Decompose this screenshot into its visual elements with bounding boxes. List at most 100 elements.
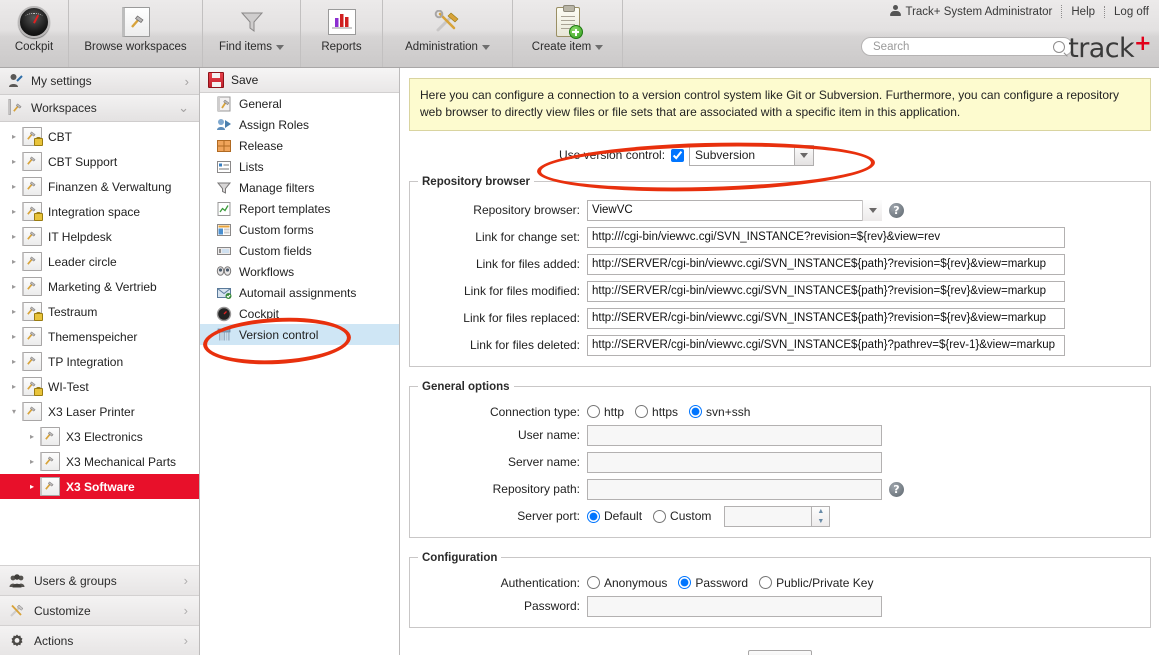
tree-item-integration-space[interactable]: ▸ Integration space xyxy=(0,199,199,224)
menu-item-assign-roles[interactable]: Assign Roles xyxy=(200,114,399,135)
tree-item-it-helpdesk[interactable]: ▸ IT Helpdesk xyxy=(0,224,199,249)
menu-item-custom-fields[interactable]: Custom fields xyxy=(200,240,399,261)
tree-item-x3-electronics[interactable]: ▸ X3 Electronics xyxy=(0,424,199,449)
logoff-link[interactable]: Log off xyxy=(1105,6,1151,18)
current-user[interactable]: Track+ System Administrator xyxy=(881,5,1063,18)
toolbar-cockpit[interactable]: Cockpit xyxy=(0,0,69,67)
sidebar-item-workspaces[interactable]: Workspaces ⌄ xyxy=(0,95,199,122)
toolbar-reports[interactable]: Reports xyxy=(301,0,383,67)
help-icon[interactable]: ? xyxy=(889,202,904,218)
port-custom-radio[interactable] xyxy=(653,509,667,523)
link-change-set-input[interactable] xyxy=(587,226,1065,248)
connection-http-radio[interactable] xyxy=(587,405,600,419)
sidebar-item-users-groups[interactable]: Users & groups › xyxy=(0,565,199,595)
toolbar-create-item[interactable]: Create item xyxy=(513,0,623,67)
left-sidebar: My settings › Workspaces ⌄ ▸ CBT ▸ CBT Supp… xyxy=(0,68,200,655)
expand-arrow-right-icon[interactable]: ▸ xyxy=(6,357,22,366)
spinner-up-icon[interactable]: ▲ xyxy=(812,507,829,517)
tree-item-tp-integration[interactable]: ▸ TP Integration xyxy=(0,349,199,374)
connection-svnssh-radio[interactable] xyxy=(689,405,703,419)
repository-browser-select[interactable] xyxy=(587,199,882,221)
tree-item-themenspeicher[interactable]: ▸ Themenspeicher xyxy=(0,324,199,349)
use-version-control-checkbox[interactable] xyxy=(671,148,685,162)
radio-connection-http[interactable]: http xyxy=(587,405,624,419)
expand-arrow-down-icon[interactable]: ▾ xyxy=(6,407,22,416)
toolbar-browse-workspaces[interactable]: Browse workspaces xyxy=(69,0,203,67)
tree-item-leader-circle[interactable]: ▸ Leader circle xyxy=(0,249,199,274)
menu-item-cockpit[interactable]: Cockpit xyxy=(200,303,399,324)
expand-arrow-right-icon[interactable]: ▸ xyxy=(6,132,22,141)
toolbar-administration[interactable]: Administration xyxy=(383,0,513,67)
port-default-radio[interactable] xyxy=(587,509,600,523)
radio-connection-https[interactable]: https xyxy=(635,405,678,419)
search-input[interactable] xyxy=(871,40,1051,54)
menu-item-version-control[interactable]: Version control xyxy=(200,324,399,345)
user-name-input[interactable] xyxy=(587,424,882,446)
tree-item-x3-software[interactable]: ▸ X3 Software xyxy=(0,474,199,499)
tree-item-x3-mechanical-parts[interactable]: ▸ X3 Mechanical Parts xyxy=(0,449,199,474)
menu-item-custom-forms[interactable]: Custom forms xyxy=(200,219,399,240)
auth-password-radio[interactable] xyxy=(678,576,692,590)
spinner-down-icon[interactable]: ▼ xyxy=(812,516,829,526)
radio-auth-password[interactable]: Password xyxy=(678,576,748,590)
link-files-added-input[interactable] xyxy=(587,253,1065,275)
save-button[interactable]: Save xyxy=(200,68,399,93)
tree-item-testraum[interactable]: ▸ Testraum xyxy=(0,299,199,324)
use-version-control-label: Use version control: xyxy=(559,148,666,163)
radio-port-default[interactable]: Default xyxy=(587,509,642,523)
test-button[interactable]: ✓ Test xyxy=(748,649,812,655)
menu-item-report-templates[interactable]: Report templates xyxy=(200,198,399,219)
radio-auth-anonymous[interactable]: Anonymous xyxy=(587,576,667,590)
expand-arrow-right-icon[interactable]: ▸ xyxy=(6,157,22,166)
server-name-input[interactable] xyxy=(587,451,882,473)
radio-connection-svnssh[interactable]: svn+ssh xyxy=(689,405,750,419)
radio-auth-key[interactable]: Public/Private Key xyxy=(759,576,873,590)
tree-item-cbt-support[interactable]: ▸ CBT Support xyxy=(0,149,199,174)
repository-path-input[interactable] xyxy=(587,478,882,500)
roles-icon xyxy=(216,117,232,133)
expand-arrow-right-icon[interactable]: ▸ xyxy=(6,282,22,291)
search-box[interactable] xyxy=(861,37,1073,56)
server-port-spinner[interactable]: ▲ ▼ xyxy=(812,505,831,527)
expand-arrow-right-icon[interactable]: ▸ xyxy=(6,382,22,391)
menu-item-automail-assignments[interactable]: Automail assignments xyxy=(200,282,399,303)
expand-arrow-right-icon[interactable]: ▸ xyxy=(6,307,22,316)
menu-item-manage-filters[interactable]: Manage filters xyxy=(200,177,399,198)
expand-arrow-right-icon[interactable]: ▸ xyxy=(24,482,40,491)
server-port-input[interactable] xyxy=(724,505,813,527)
expand-arrow-right-icon[interactable]: ▸ xyxy=(6,182,22,191)
link-files-replaced-input[interactable] xyxy=(587,307,1065,329)
link-files-modified-input[interactable] xyxy=(587,280,1065,302)
expand-arrow-right-icon[interactable]: ▸ xyxy=(6,332,22,341)
tree-item-marketing-vertrieb[interactable]: ▸ Marketing & Vertrieb xyxy=(0,274,199,299)
repository-browser-select-wrap[interactable] xyxy=(587,199,882,221)
auth-anonymous-radio[interactable] xyxy=(587,576,600,590)
connection-https-radio[interactable] xyxy=(635,405,649,419)
password-input[interactable] xyxy=(587,595,882,617)
sidebar-item-actions[interactable]: Actions › xyxy=(0,625,199,655)
help-icon[interactable]: ? xyxy=(889,481,904,497)
toolbar-find-items[interactable]: Find items xyxy=(203,0,301,67)
sidebar-item-my-settings[interactable]: My settings › xyxy=(0,68,199,95)
tree-item-wi-test[interactable]: ▸ WI-Test xyxy=(0,374,199,399)
sidebar-item-customize[interactable]: Customize › xyxy=(0,595,199,625)
expand-arrow-right-icon[interactable]: ▸ xyxy=(6,257,22,266)
tree-item-cbt[interactable]: ▸ CBT xyxy=(0,124,199,149)
help-link[interactable]: Help xyxy=(1062,5,1106,18)
radio-port-custom[interactable]: Custom xyxy=(653,509,711,523)
version-control-system-select[interactable]: Subversion xyxy=(689,144,815,166)
tree-item-finanzen-verwaltung[interactable]: ▸ Finanzen & Verwaltung xyxy=(0,174,199,199)
menu-item-release[interactable]: Release xyxy=(200,135,399,156)
tree-item-x3-laser-printer[interactable]: ▾ X3 Laser Printer xyxy=(0,399,199,424)
expand-arrow-right-icon[interactable]: ▸ xyxy=(6,232,22,241)
auth-key-radio[interactable] xyxy=(759,576,773,590)
expand-arrow-right-icon[interactable]: ▸ xyxy=(6,207,22,216)
menu-item-general[interactable]: General xyxy=(200,93,399,114)
toolbar-create-item-label: Create item xyxy=(531,41,592,53)
report-template-icon xyxy=(216,201,232,217)
link-files-deleted-input[interactable] xyxy=(587,334,1065,356)
expand-arrow-right-icon[interactable]: ▸ xyxy=(24,432,40,441)
menu-item-workflows[interactable]: Workflows xyxy=(200,261,399,282)
expand-arrow-right-icon[interactable]: ▸ xyxy=(24,457,40,466)
menu-item-lists[interactable]: Lists xyxy=(200,156,399,177)
